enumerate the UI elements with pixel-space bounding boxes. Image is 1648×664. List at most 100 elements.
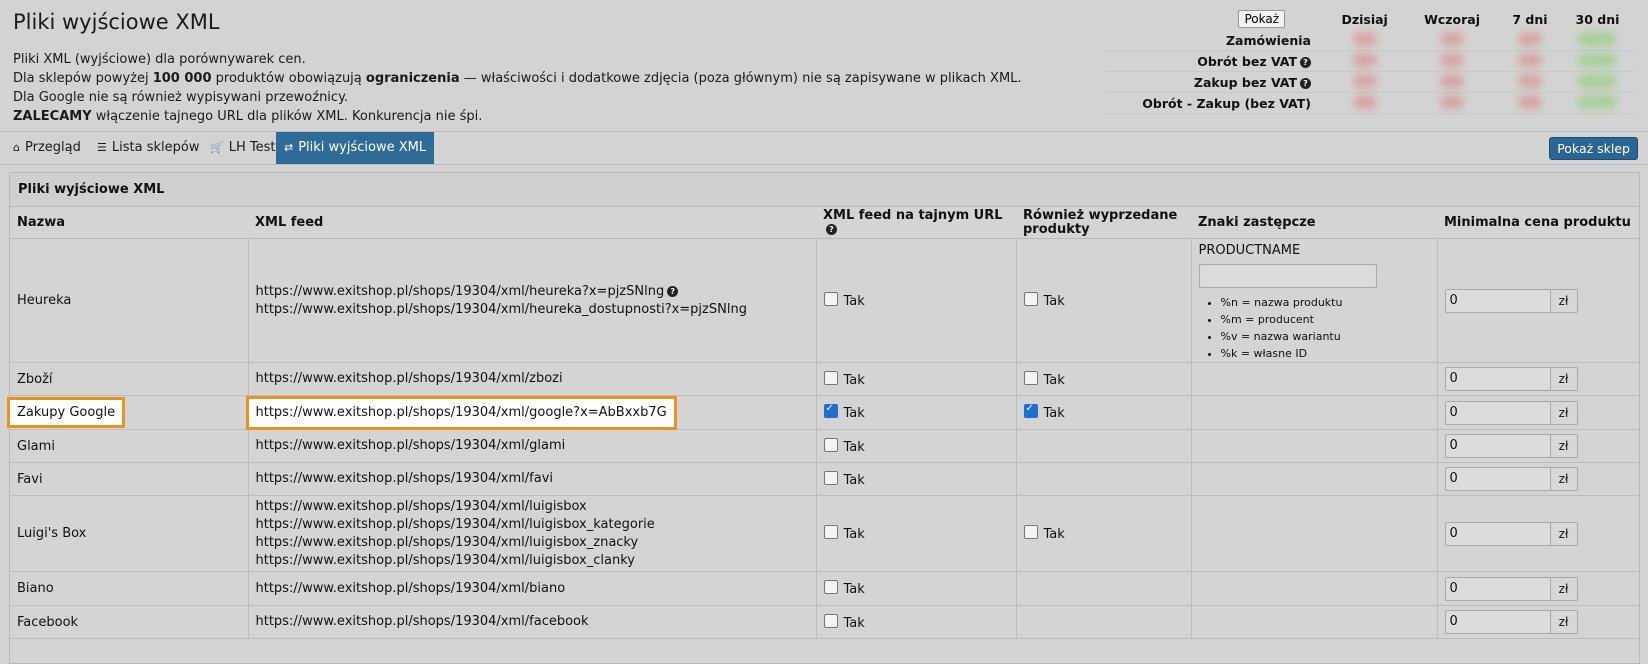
currency-addon: zł (1550, 288, 1578, 313)
blurred-value (1577, 52, 1618, 67)
blurred-value (1440, 31, 1465, 46)
checkbox-label: Tak (1043, 372, 1065, 388)
stats-col-yesterday: Wczoraj (1424, 11, 1481, 27)
currency-addon: zł (1550, 434, 1578, 458)
feed-name: Facebook (17, 614, 79, 630)
show-shop-button[interactable]: Pokaż sklep (1549, 137, 1638, 160)
placeholder-list: %n = nazwa produktu%m = producent%v = na… (1199, 294, 1430, 362)
secret-url-checkbox[interactable] (823, 403, 838, 418)
col-header-soldout: Również wyprzedane produkty (1016, 207, 1191, 239)
list-item: %v = nazwa wariantu (1221, 328, 1430, 345)
currency-addon: zł (1550, 400, 1578, 425)
help-icon[interactable]: ? (1300, 56, 1311, 68)
blurred-value (1440, 52, 1465, 67)
secret-url-checkbox[interactable] (823, 292, 838, 306)
blurred-value (1352, 94, 1377, 109)
feed-url-link[interactable]: https://www.exitshop.pl/shops/19304/xml/… (256, 516, 809, 534)
feed-url-link[interactable]: https://www.exitshop.pl/shops/19304/xml/… (256, 552, 809, 570)
feed-url-link[interactable]: https://www.exitshop.pl/shops/19304/xml/… (256, 437, 809, 455)
table-row: Glami https://www.exitshop.pl/shops/19304… (10, 429, 1639, 463)
min-price-input[interactable]: 0 (1444, 288, 1551, 313)
sold-out-checkbox[interactable] (1023, 292, 1038, 306)
blurred-value (1352, 73, 1377, 88)
blurred-value (1440, 73, 1465, 88)
list-item: %n = nazwa produktu (1221, 294, 1430, 311)
col-header-name: Nazwa (10, 207, 248, 239)
table-row: Luigi's Box https://www.exitshop.pl/shops… (10, 495, 1639, 572)
feed-name: Heureka (17, 293, 72, 308)
help-icon[interactable]: ? (1300, 77, 1311, 89)
productname-input[interactable] (1198, 264, 1377, 288)
checkbox-label: Tak (843, 582, 865, 597)
help-icon[interactable]: ? (667, 285, 679, 297)
feed-name: Biano (17, 581, 54, 596)
feed-url-link[interactable]: https://www.exitshop.pl/shops/19304/xml/… (256, 301, 809, 319)
currency-addon: zł (1550, 576, 1578, 601)
feed-url-link[interactable]: https://www.exitshop.pl/shops/19304/xml/… (256, 283, 809, 301)
secret-url-checkbox[interactable] (823, 580, 838, 594)
table-row: Zboží https://www.exitshop.pl/shops/19304… (10, 362, 1639, 396)
list-icon: ☰ (97, 141, 107, 154)
min-price-input[interactable]: 0 (1444, 610, 1551, 634)
stats-row-orders: Zamówienia (1105, 30, 1325, 51)
stats-row-purchase: Zakup bez VAT? (1105, 71, 1325, 93)
page-title: Pliki wyjściowe XML (13, 10, 220, 34)
col-header-min-price: Minimalna cena produktu (1437, 207, 1639, 239)
checkbox-label: Tak (843, 406, 865, 421)
min-price-input[interactable]: 0 (1444, 467, 1551, 491)
home-icon: ⌂ (13, 141, 20, 154)
sold-out-checkbox[interactable] (1023, 525, 1038, 539)
cart-icon: 🛒 (210, 141, 224, 154)
feed-url-link[interactable]: https://www.exitshop.pl/shops/19304/xml/… (256, 613, 809, 631)
tab-lh-test[interactable]: 🛒 LH Test (202, 132, 283, 164)
secret-url-checkbox[interactable] (823, 525, 838, 539)
min-price-input[interactable]: 0 (1444, 400, 1551, 425)
stats-row-margin: Obrót - Zakup (bez VAT) (1105, 92, 1325, 114)
blurred-value (1577, 31, 1618, 46)
col-header-placeholders: Znaki zastępcze (1191, 207, 1437, 239)
stats-col-7days: 7 dni (1512, 11, 1548, 27)
feed-url-link[interactable]: https://www.exitshop.pl/shops/19304/xml/… (256, 580, 809, 598)
feed-url-link[interactable]: https://www.exitshop.pl/shops/19304/xml/… (256, 534, 809, 552)
currency-addon: zł (1550, 467, 1578, 491)
blurred-value (1440, 94, 1465, 109)
help-icon[interactable]: ? (826, 223, 837, 235)
secret-url-checkbox[interactable] (823, 370, 838, 385)
tab-xml-files[interactable]: ⇄ Pliki wyjściowe XML (276, 132, 435, 164)
feeds-table: Nazwa XML feed XML feed na tajnym URL? R… (6, 207, 1639, 639)
min-price-input[interactable]: 0 (1444, 521, 1551, 546)
checkbox-label: Tak (1043, 294, 1065, 309)
secret-url-checkbox[interactable] (823, 470, 838, 485)
min-price-input[interactable]: 0 (1444, 434, 1551, 458)
checkbox-label: Tak (843, 372, 865, 388)
checkbox-label: Tak (843, 294, 865, 309)
sold-out-checkbox[interactable] (1023, 370, 1038, 385)
blurred-value (1352, 31, 1377, 46)
xml-files-panel: Pliki wyjściowe XML Nazwa XML feed XML f… (6, 172, 1640, 664)
blurred-value (1517, 52, 1542, 67)
secret-url-checkbox[interactable] (823, 613, 838, 628)
blurred-value (1577, 73, 1618, 88)
table-row: Biano https://www.exitshop.pl/shops/19304… (10, 571, 1639, 606)
min-price-input[interactable]: 0 (1444, 576, 1551, 601)
tab-overview[interactable]: ⌂ Przegląd (5, 132, 89, 164)
show-stats-button[interactable]: Pokaż (1238, 10, 1285, 28)
table-row: Favi https://www.exitshop.pl/shops/19304/… (10, 462, 1639, 496)
currency-addon: zł (1550, 367, 1578, 391)
feed-url-link[interactable]: https://www.exitshop.pl/shops/19304/xml/… (256, 498, 809, 516)
sold-out-checkbox[interactable] (1023, 403, 1038, 418)
checkbox-label: Tak (1043, 527, 1065, 542)
secret-url-checkbox[interactable] (823, 437, 838, 452)
tab-shop-list[interactable]: ☰ Lista sklepów (89, 132, 207, 164)
placeholder-label: PRODUCTNAME (1198, 243, 1301, 258)
feed-url-link[interactable]: https://www.exitshop.pl/shops/19304/xml/… (256, 370, 809, 388)
col-header-feed: XML feed (248, 207, 816, 239)
feed-url-link[interactable]: https://www.exitshop.pl/shops/19304/xml/… (256, 470, 809, 488)
feed-url-link[interactable]: https://www.exitshop.pl/shops/19304/xml/… (256, 404, 667, 422)
checkbox-label: Tak (843, 472, 865, 488)
list-item: %k = własne ID (1221, 345, 1430, 362)
checkbox-label: Tak (843, 615, 865, 631)
currency-addon: zł (1550, 521, 1578, 546)
table-row: Zakupy Google https://www.exitshop.pl/sho… (6, 395, 1639, 430)
min-price-input[interactable]: 0 (1444, 367, 1551, 391)
